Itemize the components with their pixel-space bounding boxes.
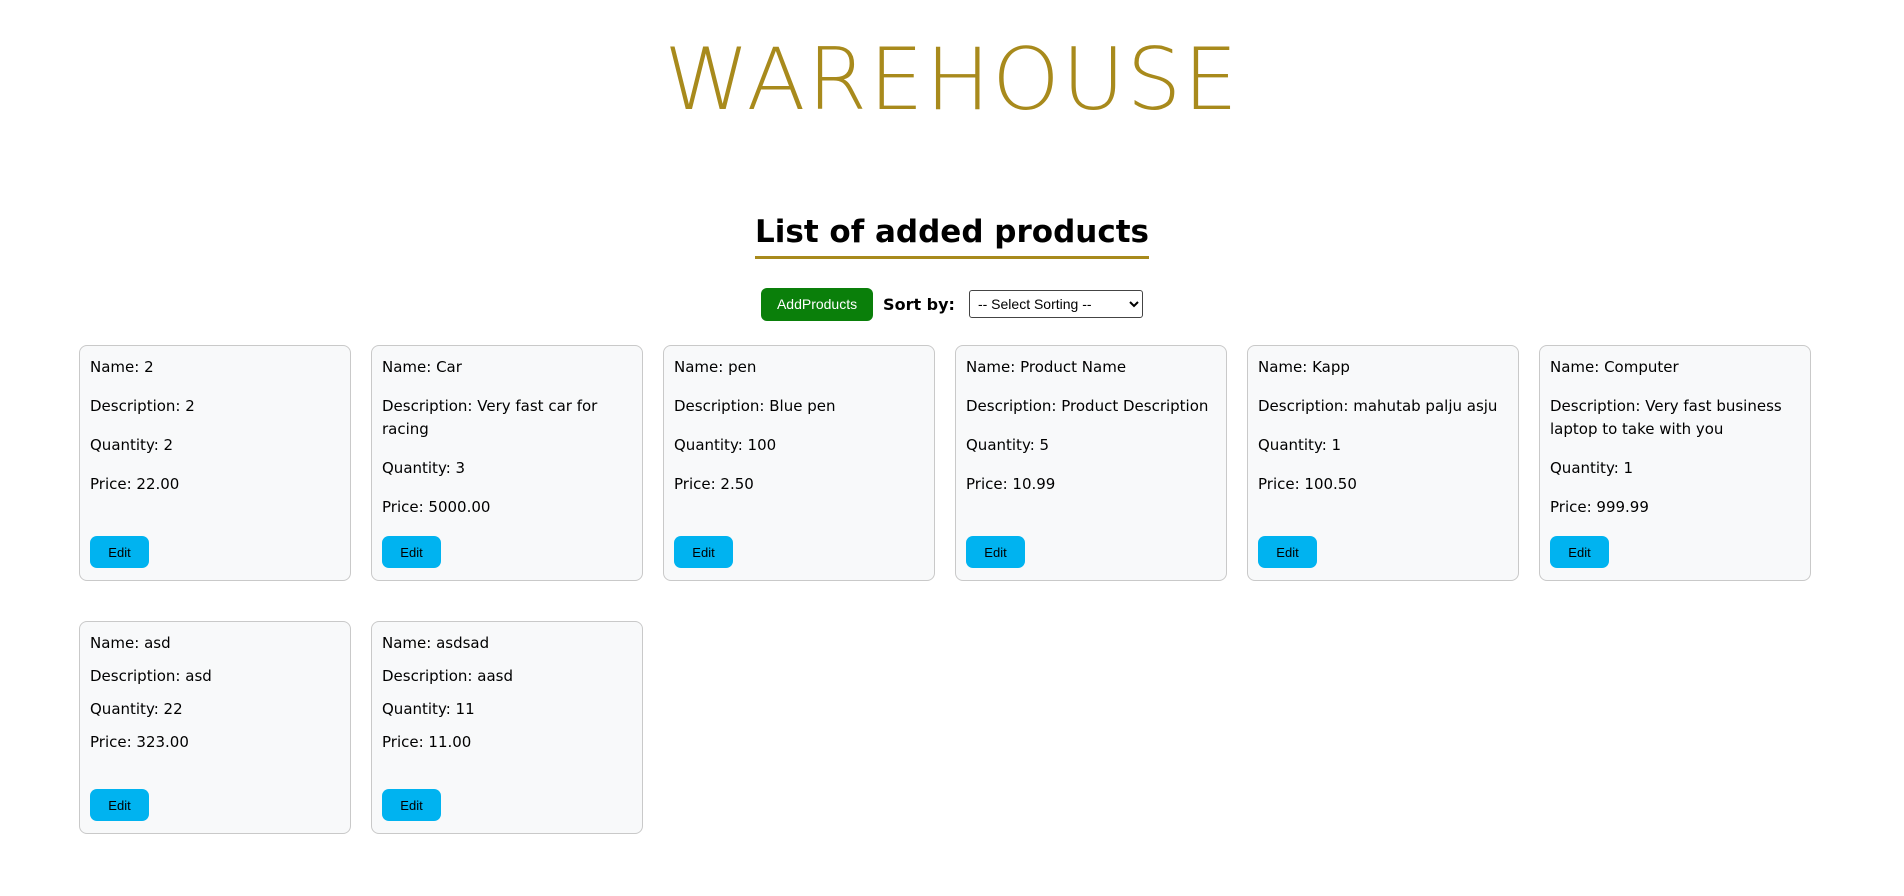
sort-select[interactable]: -- Select Sorting -- <box>968 290 1143 318</box>
product-card-wrapper: Name: Kapp Description: mahutab palju asj… <box>1247 345 1519 581</box>
product-card-wrapper: Name: 2 Description: 2 Quantity: 2 Price: 2… <box>79 345 351 581</box>
page-title: WAREHOUSE <box>664 30 1240 130</box>
product-card-wrapper: Name: Product Name Description: Product D… <box>955 345 1227 581</box>
product-name: Name: asdsad <box>382 634 490 652</box>
product-card: Name: asd Description: asd Quantity: 22 Pri… <box>79 621 351 834</box>
product-grid: Name: 2 Description: 2 Quantity: 2 Price: 2… <box>79 345 1813 834</box>
product-description: Description: Blue pen <box>674 397 836 415</box>
product-name: Name: asd <box>90 634 171 652</box>
product-card: Name: asdsad Description: aasd Quantity: 1… <box>371 621 643 834</box>
product-description: Description: aasd <box>382 667 513 685</box>
edit-button[interactable]: Edit <box>90 536 149 568</box>
product-quantity: Quantity: 5 <box>966 436 1050 454</box>
product-card: Name: 2 Description: 2 Quantity: 2 Price: 2… <box>79 345 351 581</box>
product-quantity: Quantity: 1 <box>1550 459 1634 477</box>
product-description: Description: 2 <box>90 397 195 415</box>
card-spacer <box>382 764 632 789</box>
product-price: Price: 2.50 <box>674 475 754 493</box>
card-spacer <box>90 764 340 789</box>
product-card-wrapper: Name: Car Description: Very fast car for … <box>371 345 643 581</box>
product-card-wrapper: Name: asd Description: asd Quantity: 22 Pri… <box>79 621 351 834</box>
product-price: Price: 999.99 <box>1550 498 1649 516</box>
edit-button[interactable]: Edit <box>1258 536 1317 568</box>
section-header: List of added products <box>0 212 1904 259</box>
product-card-wrapper: Name: pen Description: Blue pen Quantity: … <box>663 345 935 581</box>
card-spacer <box>1258 512 1508 536</box>
product-description: Description: Very fast business laptop t… <box>1550 397 1782 438</box>
product-name: Name: pen <box>674 358 757 376</box>
edit-button[interactable]: Edit <box>382 536 441 568</box>
toolbar: AddProducts Sort by: -- Select Sorting -… <box>0 287 1904 321</box>
product-card: Name: Car Description: Very fast car for … <box>371 345 643 581</box>
product-description: Description: Very fast car for racing <box>382 397 598 438</box>
edit-button[interactable]: Edit <box>966 536 1025 568</box>
product-name: Name: Kapp <box>1258 358 1350 376</box>
product-quantity: Quantity: 22 <box>90 700 183 718</box>
section-title: List of added products <box>754 212 1149 259</box>
card-spacer <box>674 512 924 536</box>
product-name: Name: Computer <box>1550 358 1679 376</box>
product-name: Name: 2 <box>90 358 154 376</box>
product-price: Price: 5000.00 <box>382 498 491 516</box>
edit-button[interactable]: Edit <box>90 789 149 821</box>
product-quantity: Quantity: 3 <box>382 459 466 477</box>
product-price: Price: 11.00 <box>382 733 472 751</box>
product-description: Description: mahutab palju asju <box>1258 397 1498 415</box>
product-quantity: Quantity: 100 <box>674 436 777 454</box>
add-products-button[interactable]: AddProducts <box>761 287 874 321</box>
product-quantity: Quantity: 2 <box>90 436 174 454</box>
product-description: Description: asd <box>90 667 212 685</box>
product-price: Price: 22.00 <box>90 475 180 493</box>
card-spacer <box>90 512 340 536</box>
product-card: Name: Product Name Description: Product D… <box>955 345 1227 581</box>
product-quantity: Quantity: 11 <box>382 700 475 718</box>
card-spacer <box>966 512 1216 536</box>
sort-label: Sort by: <box>883 294 955 314</box>
edit-button[interactable]: Edit <box>1550 536 1609 568</box>
product-price: Price: 100.50 <box>1258 475 1357 493</box>
product-card: Name: Kapp Description: mahutab palju asj… <box>1247 345 1519 581</box>
product-card-wrapper: Name: Computer Description: Very fast bus… <box>1539 345 1811 581</box>
product-name: Name: Car <box>382 358 462 376</box>
product-card: Name: Computer Description: Very fast bus… <box>1539 345 1811 581</box>
product-card: Name: pen Description: Blue pen Quantity: … <box>663 345 935 581</box>
product-card-wrapper: Name: asdsad Description: aasd Quantity: 1… <box>371 621 643 834</box>
product-description: Description: Product Description <box>966 397 1209 415</box>
product-quantity: Quantity: 1 <box>1258 436 1342 454</box>
edit-button[interactable]: Edit <box>382 789 441 821</box>
edit-button[interactable]: Edit <box>674 536 733 568</box>
product-price: Price: 10.99 <box>966 475 1056 493</box>
product-price: Price: 323.00 <box>90 733 189 751</box>
product-name: Name: Product Name <box>966 358 1127 376</box>
